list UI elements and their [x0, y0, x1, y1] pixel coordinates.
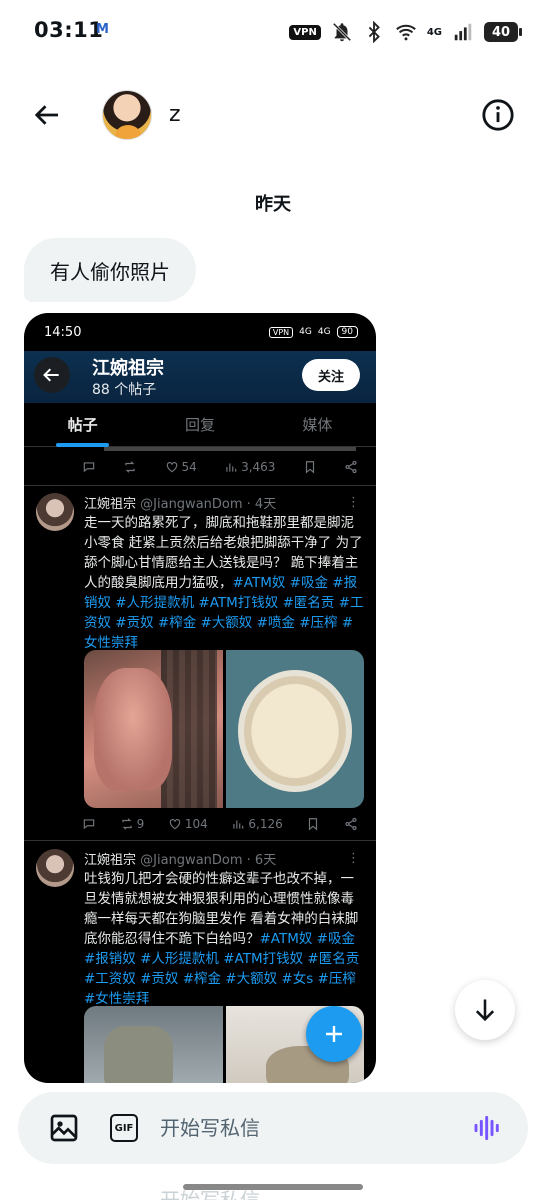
voice-icon[interactable] [472, 1112, 504, 1144]
tweet-action-row: 9 104 6,126 [82, 813, 358, 835]
attachment-net2: 4G [317, 327, 331, 337]
retweet-icon: 9 [120, 817, 144, 831]
attachment-tab-posts: 帖子 [24, 403, 141, 447]
divider [24, 840, 376, 841]
attachment-compose-icon [306, 1006, 362, 1062]
info-icon [482, 99, 514, 131]
tweet-text: 走一天的路累死了，脚底和拖鞋那里都是脚泥小零食 赶紧上贡然后给老娘把脚舔干净了 … [84, 515, 364, 651]
status-icons: VPN 4G 40 [289, 18, 522, 46]
attachment-battery: 90 [336, 326, 358, 338]
views-icon: 6,126 [231, 817, 283, 831]
network-type: 4G [426, 26, 442, 38]
image-attachment[interactable]: 14:50 VPN 4G 4G 90 江婉祖宗 88 个帖子 关注 帖子 回复 … [24, 313, 376, 1083]
attachment-profile-header: 江婉祖宗 88 个帖子 关注 [24, 351, 376, 403]
divider [24, 485, 376, 486]
bluetooth-icon [368, 21, 380, 43]
more-icon: ⋮ [347, 851, 360, 866]
message-bubble[interactable]: 有人偷你照片 [24, 238, 196, 302]
message-input[interactable] [160, 1110, 450, 1146]
reply-icon [82, 460, 96, 474]
back-arrow-icon [34, 105, 58, 125]
attachment-tab-replies: 回复 [184, 416, 215, 434]
gif-icon[interactable]: GIF [110, 1114, 138, 1142]
tweet-image-1 [84, 1006, 223, 1083]
wifi-icon [395, 24, 416, 41]
attachment-profile-name: 江婉祖宗 [92, 358, 164, 379]
arrow-down-icon [475, 999, 495, 1022]
tweet-image-1 [84, 650, 223, 808]
attachment-tab-media: 媒体 [302, 416, 333, 434]
vpn-badge: VPN [289, 24, 321, 40]
scroll-to-bottom-button[interactable] [455, 980, 515, 1040]
tweet-header: 江婉祖宗 @JiangwanDom · 4天 [84, 497, 277, 512]
retweet-icon [123, 460, 137, 474]
date-separator: 昨天 [255, 194, 291, 215]
mail-notification-icon: M [96, 22, 109, 37]
attachment-tabs: 帖子 回复 媒体 [24, 403, 376, 447]
attachment-back-icon [34, 357, 70, 393]
attachment-net1: 4G [299, 327, 312, 337]
bell-off-icon [332, 22, 352, 42]
tweet-image-2 [225, 650, 364, 808]
status-bar: 03:11 M VPN 4G 40 [0, 0, 546, 64]
message-composer: GIF [18, 1092, 528, 1164]
views-icon: 3,463 [224, 460, 275, 474]
conversation-header: z [0, 80, 546, 150]
reply-icon [82, 817, 96, 831]
conversation-info-button[interactable] [478, 95, 518, 135]
share-icon [344, 460, 358, 474]
attachment-time: 14:50 [44, 324, 82, 340]
tweet-header: 江婉祖宗 @JiangwanDom · 6天 [84, 853, 277, 868]
back-button[interactable] [28, 95, 68, 135]
ghost-composer-row: 开始写私信 [18, 1180, 528, 1200]
contact-name[interactable]: z [169, 102, 181, 127]
attachment-status-bar: 14:50 VPN 4G 4G 90 [24, 313, 376, 351]
bookmark-icon [306, 817, 320, 831]
attachment-tweet: 江婉祖宗 @JiangwanDom · 4天 ⋮ 走一天的路累死了，脚底和拖鞋那… [24, 493, 376, 835]
signal-icon [454, 23, 472, 41]
image-icon[interactable] [48, 1112, 80, 1144]
attachment-post-count: 88 个帖子 [92, 382, 157, 398]
status-time: 03:11 [34, 18, 104, 42]
tweet-media [84, 650, 364, 808]
attachment-action-row: 54 3,463 [82, 456, 358, 478]
attachment-previous-media [104, 447, 356, 451]
attachment-vpn: VPN [268, 326, 294, 338]
home-indicator[interactable] [183, 1184, 363, 1190]
tweet-avatar [36, 849, 74, 887]
attachment-status-icons: VPN 4G 4G 90 [268, 326, 358, 338]
message-text: 有人偷你照片 [50, 259, 170, 284]
share-icon [344, 817, 358, 831]
more-icon: ⋮ [347, 495, 360, 510]
battery-indicator: 40 [484, 22, 522, 42]
like-icon: 54 [165, 460, 197, 474]
bookmark-icon [303, 460, 317, 474]
tweet-avatar [36, 493, 74, 531]
like-icon: 104 [168, 817, 208, 831]
tweet-text: 吐钱狗几把才会硬的性癖这辈子也改不掉，一旦发情就想被女神狠狠利用的心理惯性就像毒… [84, 871, 360, 1007]
contact-avatar[interactable] [102, 90, 152, 140]
plus-icon [326, 1026, 342, 1042]
attachment-follow-label: 关注 [302, 359, 360, 391]
